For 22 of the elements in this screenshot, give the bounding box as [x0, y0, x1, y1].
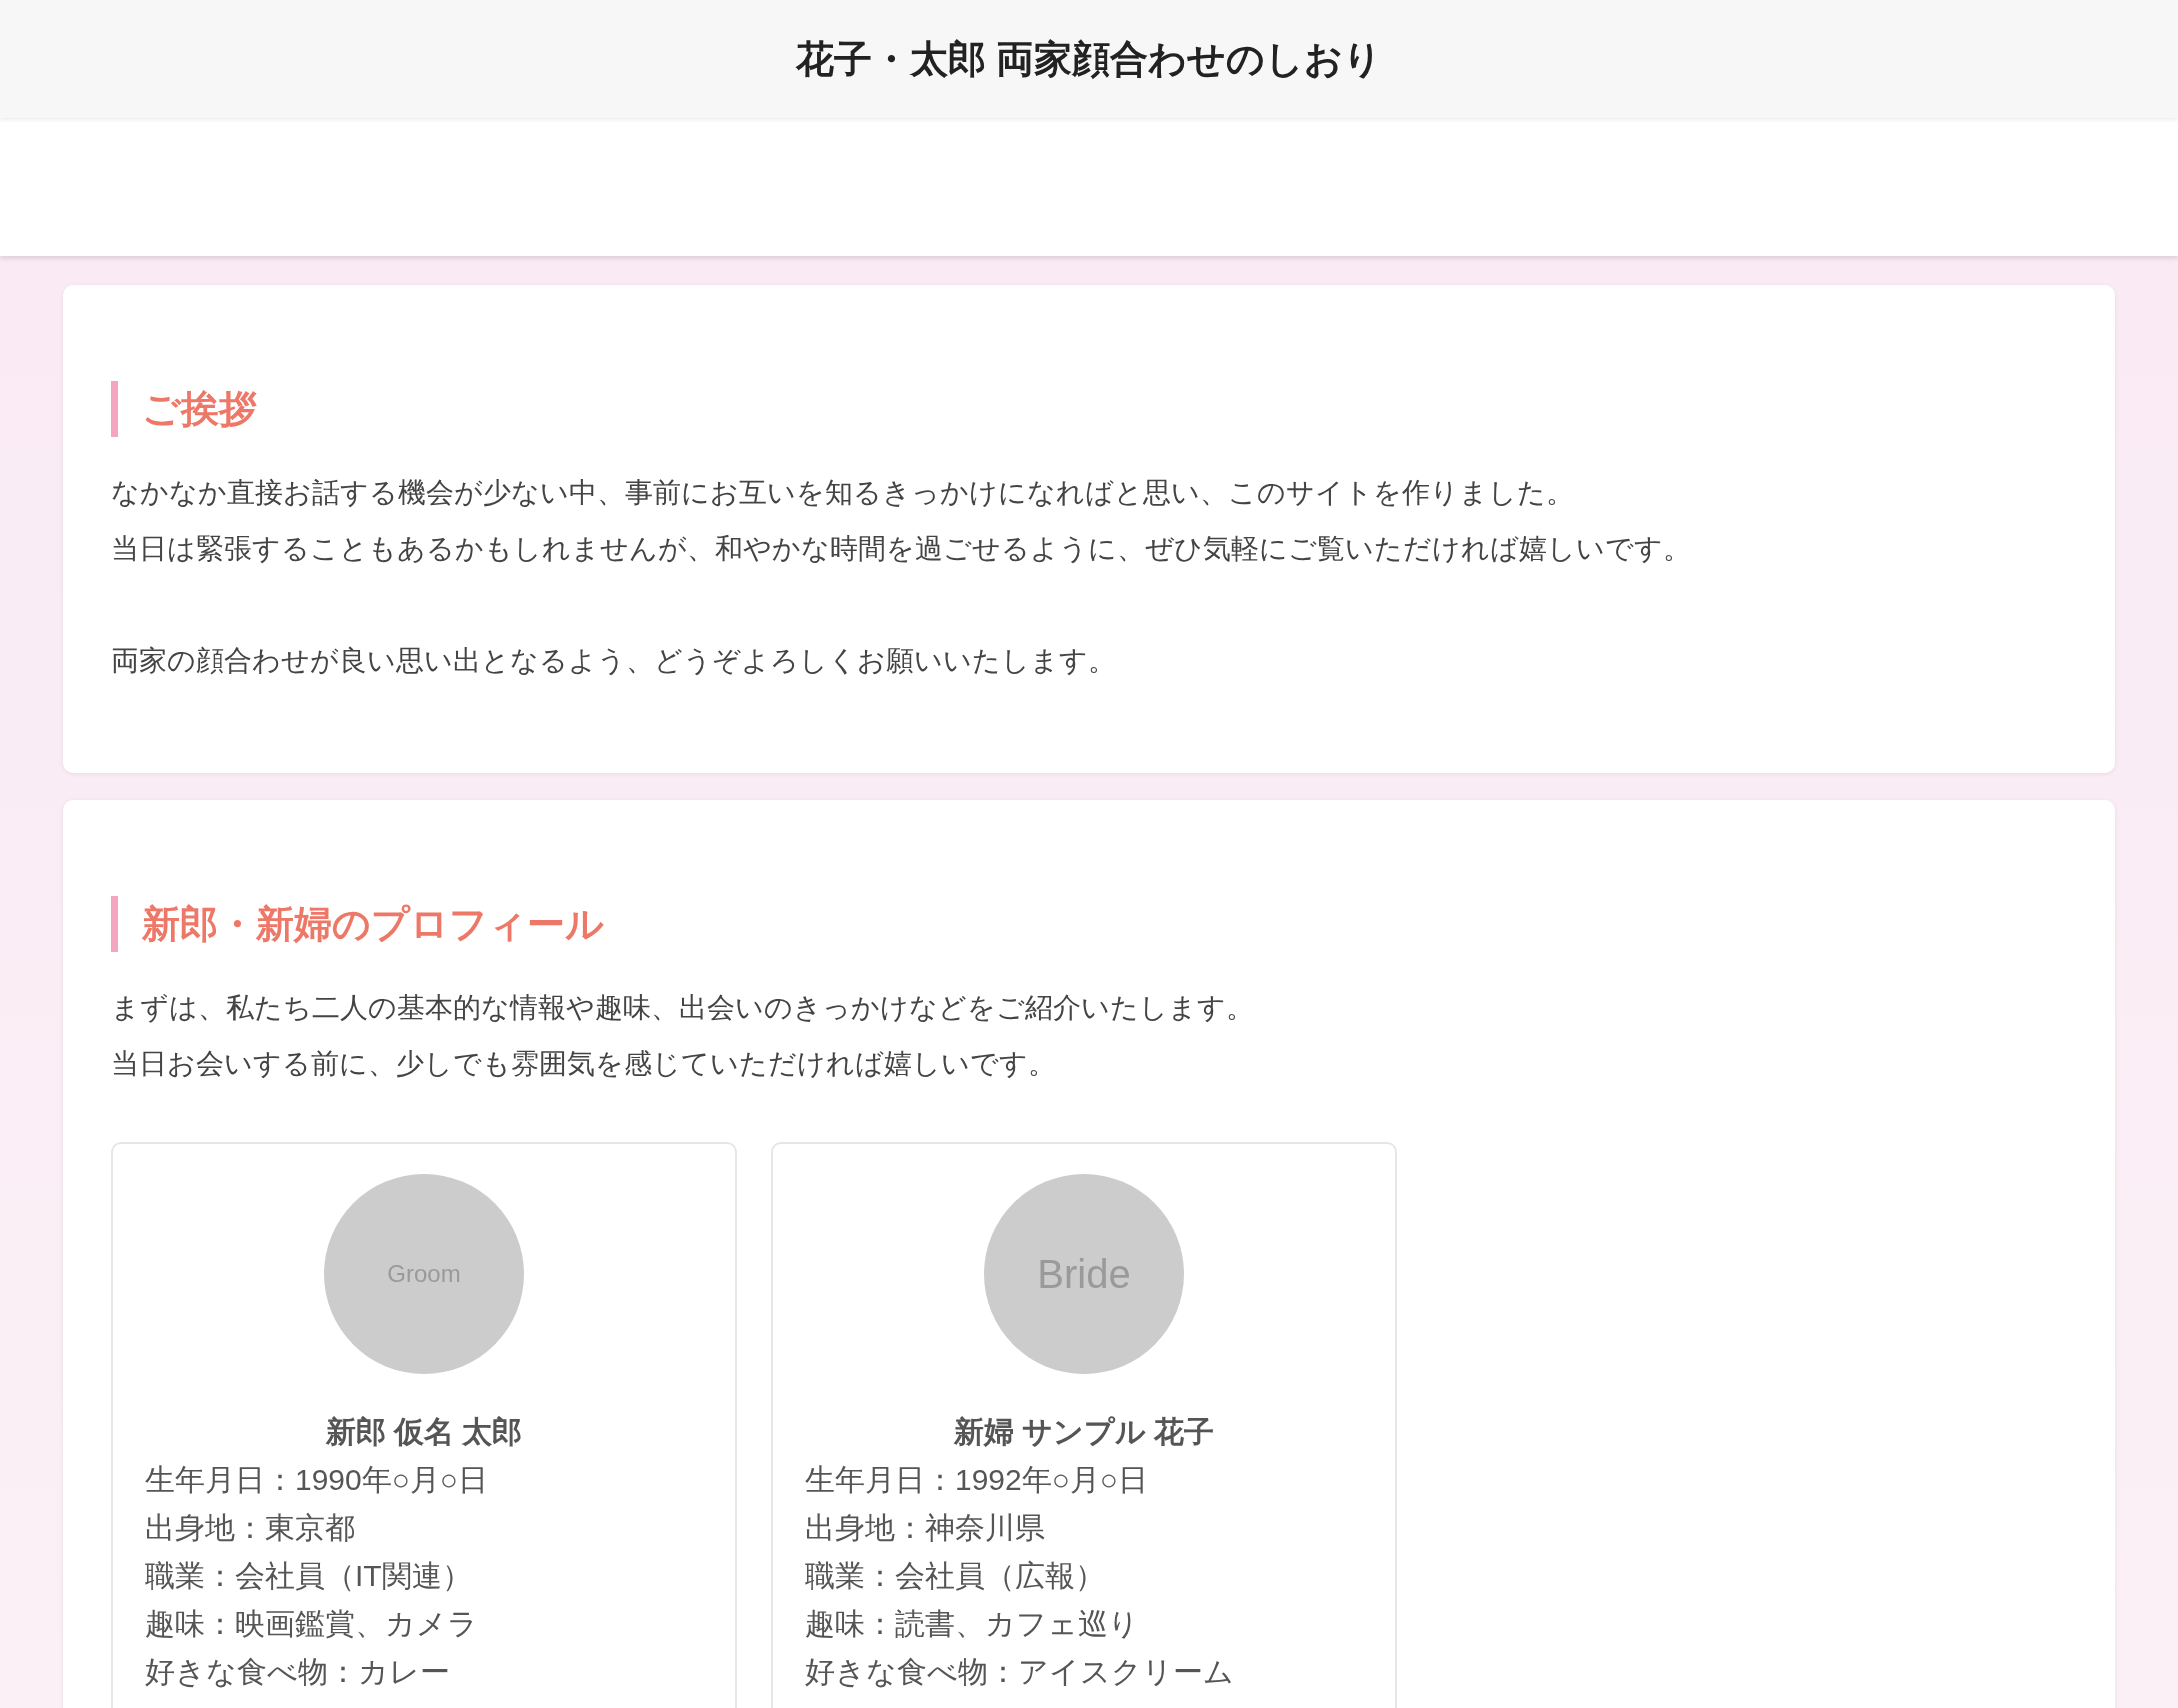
profile-name: 新婦 サンプル 花子 — [952, 1414, 1216, 1450]
profile-detail: 職業：会社員（広報） — [805, 1558, 1106, 1594]
paragraph-line: なかなか直接お話する機会が少ない中、事前にお互いを知るきっかけになればと思い、このサイトを作りました。 — [111, 476, 1574, 510]
profile-detail: 生年月日：1992年○月○日 — [805, 1462, 1149, 1498]
heading-accent-bar — [111, 381, 118, 437]
section-heading: 新郎・新婦のプロフィール — [142, 902, 604, 947]
paragraph-line: 当日は緊張することもあるかもしれませんが、和やかな時間を過ごせるように、ぜひ気軽にご覧いただければ嬉しいです。 — [111, 532, 1691, 566]
profile-detail: 職業：会社員（IT関連） — [145, 1558, 473, 1594]
heading-accent-bar — [111, 896, 118, 952]
profile-detail: 出身地：神奈川県 — [805, 1510, 1046, 1546]
profile-detail: 出身地：東京都 — [145, 1510, 356, 1546]
paragraph-line: 当日お会いする前に、少しでも雰囲気を感じていただければ嬉しいです。 — [111, 1047, 1056, 1081]
paragraph-line: 両家の顔合わせが良い思い出となるよう、どうぞよろしくお願いいたします。 — [111, 644, 1116, 678]
profile-detail: 生年月日：1990年○月○日 — [145, 1462, 489, 1498]
profile-name: 新郎 仮名 太郎 — [324, 1414, 524, 1450]
profile-detail: 好きな食べ物：カレー — [145, 1654, 451, 1690]
profile-detail: 好きな食べ物：アイスクリーム — [805, 1654, 1235, 1690]
page-title: 花子・太郎 両家顔合わせのしおり — [795, 36, 1383, 82]
paragraph-line: まずは、私たち二人の基本的な情報や趣味、出会いのきっかけなどをご紹介いたします。 — [111, 991, 1254, 1025]
profile-detail: 趣味：映画鑑賞、カメラ — [145, 1606, 479, 1642]
section-heading: ご挨拶 — [142, 387, 257, 432]
profile-detail: 趣味：読書、カフェ巡り — [805, 1606, 1140, 1642]
